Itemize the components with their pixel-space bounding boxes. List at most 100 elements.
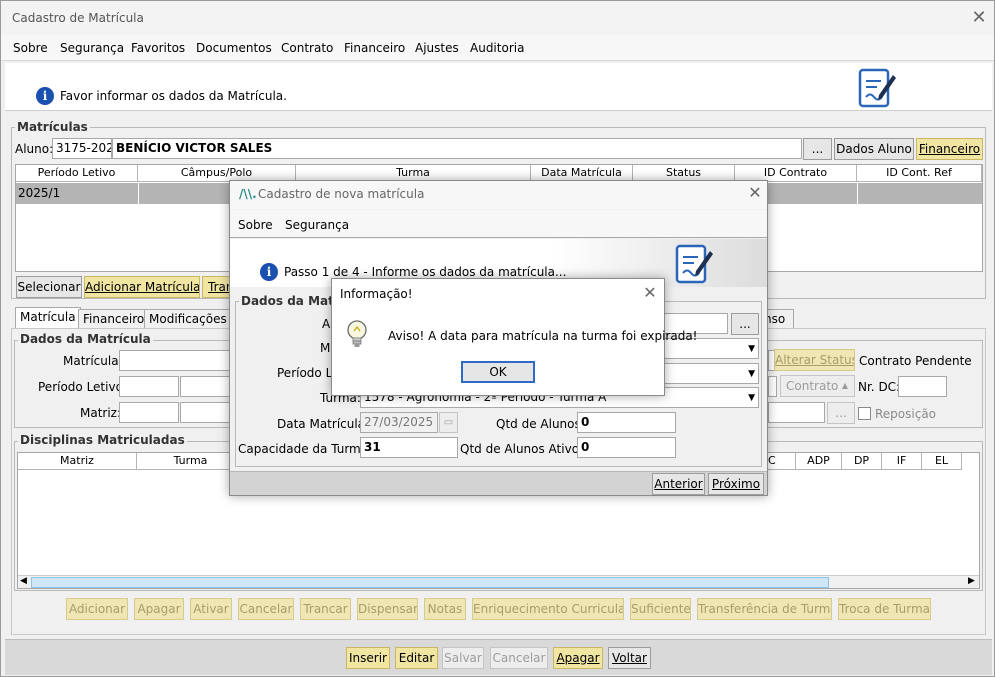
aluno-label: Aluno: <box>15 142 54 156</box>
col-id-cont-ref[interactable]: ID Cont. Ref <box>857 165 982 182</box>
disc-dispensar-button[interactable]: Dispensar <box>357 598 418 620</box>
lightbulb-icon <box>347 320 367 347</box>
close-icon[interactable]: ✕ <box>969 9 989 27</box>
chevron-down-icon: ▼ <box>748 369 755 379</box>
scrollbar-thumb[interactable] <box>31 577 829 588</box>
menu-financeiro[interactable]: Financeiro <box>344 41 405 55</box>
col-periodo[interactable]: Período Letivo <box>16 165 138 182</box>
dialog-qtd-ativos-field[interactable]: 0 <box>577 437 676 458</box>
disciplinas-group-label: Disciplinas Matriculadas <box>18 433 187 447</box>
menu-ajustes[interactable]: Ajustes <box>415 41 459 55</box>
dados-matricula-group-label: Dados da Matrícula <box>18 332 153 346</box>
menu-favoritos[interactable]: Favoritos <box>131 41 185 55</box>
inserir-button[interactable]: Inserir <box>346 647 390 669</box>
cancelar-button[interactable]: Cancelar <box>490 647 548 669</box>
horizontal-scrollbar[interactable]: ◀ ▶ <box>18 575 979 588</box>
dialog-menu-sobre[interactable]: Sobre <box>238 218 273 232</box>
dialog-info-icon: i <box>260 263 278 281</box>
disc-ativar-button[interactable]: Ativar <box>190 598 232 620</box>
dialog-qtd-alunos-label: Qtd de Alunos: <box>496 417 585 431</box>
aluno-code-field[interactable]: 3175-2024 <box>52 138 112 159</box>
col-dp[interactable]: DP <box>842 453 882 470</box>
tab-matricula[interactable]: Matrícula <box>15 307 81 329</box>
dialog-menu-seguranca[interactable]: Segurança <box>285 218 349 232</box>
disc-suficiente-button[interactable]: Suficiente <box>630 598 691 620</box>
title-bar: Cadastro de Matrícula ✕ <box>1 1 994 35</box>
dialog-title-bar: /\\. Cadastro de nova matrícula ✕ <box>230 181 767 209</box>
app-logo-icon: /\\. <box>239 187 257 201</box>
col-c[interactable]: C <box>766 453 796 470</box>
editar-button[interactable]: Editar <box>395 647 438 669</box>
disc-notas-button[interactable]: Notas <box>424 598 466 620</box>
dialog-capacidade-field[interactable]: 31 <box>360 437 458 458</box>
contrato-dropdown[interactable]: Contrato ▲ <box>780 375 855 397</box>
trancar-matricula-button[interactable]: Tran <box>202 276 232 298</box>
tab-modificacoes[interactable]: Modificações <box>144 309 232 329</box>
apagar-button[interactable]: Apagar <box>553 647 603 669</box>
message-title: Informação! <box>340 287 413 301</box>
disc-transferencia-button[interactable]: Transferência de Turma <box>697 598 832 620</box>
contrato-pendente-label: Contrato Pendente <box>859 354 972 368</box>
menu-bar: Sobre Segurança Favoritos Documentos Con… <box>1 35 994 61</box>
aluno-search-button[interactable]: ... <box>803 138 832 160</box>
dialog-aluno-search-button[interactable]: ... <box>731 313 759 335</box>
disc-apagar-button[interactable]: Apagar <box>134 598 184 620</box>
dialog-matriz-label: M <box>320 341 331 355</box>
nr-dc-label: Nr. DC: <box>858 380 901 394</box>
reposicao-checkbox[interactable] <box>858 407 871 420</box>
anterior-button[interactable]: Anterior <box>652 473 705 495</box>
menu-contrato[interactable]: Contrato <box>281 41 333 55</box>
matriz-search-button[interactable]: ... <box>827 402 855 424</box>
ok-button[interactable]: OK <box>461 361 535 383</box>
matricula-label: Matrícula: <box>63 354 123 368</box>
disc-trancar-button[interactable]: Trancar <box>300 598 351 620</box>
menu-auditoria[interactable]: Auditoria <box>470 41 524 55</box>
menu-documentos[interactable]: Documentos <box>196 41 272 55</box>
informacao-message-box: Informação! ✕ Aviso! A data para matrícu… <box>331 278 698 396</box>
contrato-dropdown-label: Contrato <box>786 379 839 393</box>
aluno-name-field[interactable]: BENÍCIO VICTOR SALES <box>112 138 802 159</box>
dialog-close-icon[interactable]: ✕ <box>745 185 765 201</box>
dialog-qtd-ativos-label: Qtd de Alunos Ativos: <box>460 442 590 456</box>
col-if[interactable]: IF <box>882 453 922 470</box>
dados-aluno-button[interactable]: Dados Aluno <box>834 138 914 160</box>
calendar-icon[interactable]: ▭ <box>439 412 458 433</box>
message-close-icon[interactable]: ✕ <box>640 285 660 301</box>
disc-enriquecimento-button[interactable]: Enriquecimento Curricular <box>472 598 624 620</box>
dialog-data-label: Data Matrícula: <box>277 417 370 431</box>
disc-adicionar-button[interactable]: Adicionar <box>66 598 128 620</box>
col-adp[interactable]: ADP <box>796 453 842 470</box>
col-matriz[interactable]: Matriz <box>18 453 137 470</box>
matriz-code-field[interactable] <box>119 402 179 423</box>
dialog-menu-bar: Sobre Segurança <box>230 210 767 238</box>
document-edit-icon <box>858 68 896 108</box>
dialog-qtd-alunos-field[interactable]: 0 <box>577 412 676 433</box>
chevron-down-icon: ▼ <box>748 393 755 403</box>
info-icon: i <box>36 87 54 105</box>
matriz-extra-field[interactable] <box>768 402 825 423</box>
row-periodo: 2025/1 <box>18 186 61 200</box>
financeiro-button[interactable]: Financeiro <box>916 138 983 160</box>
scroll-right-icon[interactable]: ▶ <box>968 576 975 586</box>
tab-financeiro[interactable]: Financeiro <box>78 309 150 329</box>
proximo-button[interactable]: Próximo <box>708 473 764 495</box>
menu-sobre[interactable]: Sobre <box>13 41 48 55</box>
adicionar-matricula-button[interactable]: Adicionar Matrícula <box>84 276 200 298</box>
voltar-button[interactable]: Voltar <box>608 647 651 669</box>
col-el[interactable]: EL <box>922 453 962 470</box>
disc-troca-turma-button[interactable]: Troca de Turma <box>838 598 931 620</box>
scroll-left-icon[interactable]: ◀ <box>20 576 27 586</box>
dialog-document-edit-icon <box>675 244 713 284</box>
matricula-field[interactable] <box>119 350 239 371</box>
menu-seguranca[interactable]: Segurança <box>60 41 124 55</box>
periodo-label: Período Letivo: <box>38 380 127 394</box>
dialog-capacidade-label: Capacidade da Turma: <box>238 442 373 456</box>
periodo-field[interactable] <box>119 376 179 397</box>
alterar-status-button[interactable]: Alterar Status <box>774 349 855 371</box>
contrato-field[interactable] <box>768 376 777 397</box>
disc-cancelar-button[interactable]: Cancelar <box>238 598 294 620</box>
salvar-button[interactable]: Salvar <box>442 647 484 669</box>
nr-dc-field[interactable] <box>898 376 947 397</box>
selecionar-button[interactable]: Selecionar <box>16 276 82 298</box>
dialog-data-field[interactable]: 27/03/2025 <box>360 412 438 433</box>
